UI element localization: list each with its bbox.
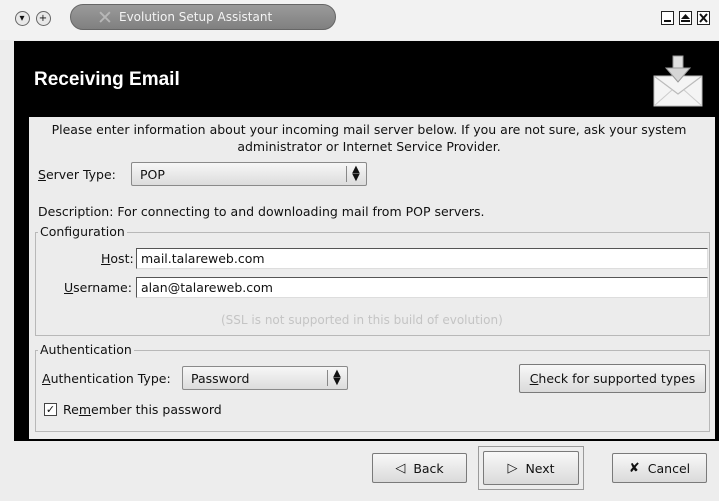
maximize-icon bbox=[681, 14, 690, 22]
auth-type-select[interactable]: Password ▲ ▼ bbox=[182, 366, 348, 390]
intro-text: Please enter information about your inco… bbox=[51, 122, 687, 154]
server-description: Description: For connecting to and downl… bbox=[38, 204, 485, 219]
remember-password-checkbox[interactable]: ✓ bbox=[44, 403, 57, 416]
username-label: Username: bbox=[64, 280, 132, 295]
configuration-title: Configuration bbox=[38, 224, 127, 239]
host-label-mnemonic: H bbox=[101, 251, 111, 266]
username-label-text: sername: bbox=[73, 280, 132, 295]
mail-receive-icon bbox=[653, 55, 703, 107]
minimize-button[interactable] bbox=[661, 11, 674, 25]
combo-separator bbox=[346, 166, 347, 182]
server-type-label-mnemonic: S bbox=[38, 167, 46, 182]
page-title: Receiving Email bbox=[34, 69, 180, 90]
chevron-down-icon: ▾ bbox=[14, 10, 30, 26]
window-shade-button[interactable]: + bbox=[35, 10, 51, 26]
server-type-value: POP bbox=[140, 167, 165, 182]
auth-type-label-text: uthentication Type: bbox=[50, 371, 171, 386]
forward-arrow-icon: ▷ bbox=[507, 460, 518, 476]
authentication-title: Authentication bbox=[38, 342, 134, 357]
remember-label-mnemonic: m bbox=[78, 402, 92, 417]
window-menu-button[interactable]: ▾ bbox=[14, 10, 30, 26]
server-type-select[interactable]: POP ▲ ▼ bbox=[131, 162, 367, 186]
cancel-button[interactable]: ✘ Cancel bbox=[612, 453, 707, 483]
window-title-pill[interactable]: ✕ Evolution Setup Assistant bbox=[70, 4, 336, 30]
check-button-mnemonic: C bbox=[529, 371, 539, 386]
remember-label-text: ember this password bbox=[91, 402, 222, 417]
check-supported-types-button[interactable]: Check for supported types bbox=[519, 364, 706, 393]
plus-icon: + bbox=[35, 10, 51, 26]
auth-type-label: Authentication Type: bbox=[42, 371, 171, 386]
back-arrow-icon: ◁ bbox=[395, 460, 406, 476]
username-input[interactable]: alan@talareweb.com bbox=[136, 277, 708, 298]
updown-arrows-icon: ▲ ▼ bbox=[352, 164, 360, 183]
combo-separator bbox=[327, 370, 328, 386]
cancel-button-label: Cancel bbox=[647, 460, 691, 476]
minimize-icon bbox=[664, 20, 671, 22]
remember-label-prefix: Re bbox=[63, 402, 79, 417]
cancel-x-icon: ✘ bbox=[628, 460, 640, 476]
ssl-note: (SSL is not supported in this build of e… bbox=[221, 313, 503, 327]
auth-type-label-mnemonic: A bbox=[42, 371, 51, 386]
checkmark-icon: ✓ bbox=[45, 403, 56, 416]
back-button-label: Back bbox=[413, 460, 444, 476]
host-label: Host: bbox=[101, 251, 134, 266]
next-button-label: Next bbox=[525, 460, 555, 476]
username-label-mnemonic: U bbox=[64, 280, 74, 295]
maximize-button[interactable] bbox=[679, 11, 692, 25]
back-button[interactable]: ◁ Back bbox=[372, 453, 467, 483]
window-titlebar: ▾ + ✕ Evolution Setup Assistant bbox=[0, 0, 719, 40]
host-label-text: ost: bbox=[110, 251, 134, 266]
next-button[interactable]: ▷ Next bbox=[483, 451, 579, 485]
auth-type-value: Password bbox=[191, 371, 250, 386]
server-type-label: Server Type: bbox=[38, 167, 116, 182]
check-button-label: heck for supported types bbox=[538, 371, 696, 386]
window-title: Evolution Setup Assistant bbox=[119, 10, 273, 24]
x-logo-icon: ✕ bbox=[97, 7, 113, 29]
server-type-label-text: erver Type: bbox=[45, 167, 116, 182]
remember-password-label[interactable]: Remember this password bbox=[63, 402, 222, 417]
close-icon bbox=[699, 13, 708, 23]
close-button[interactable] bbox=[697, 11, 710, 25]
updown-arrows-icon: ▲ ▼ bbox=[333, 368, 341, 387]
host-input[interactable]: mail.talareweb.com bbox=[136, 248, 708, 269]
